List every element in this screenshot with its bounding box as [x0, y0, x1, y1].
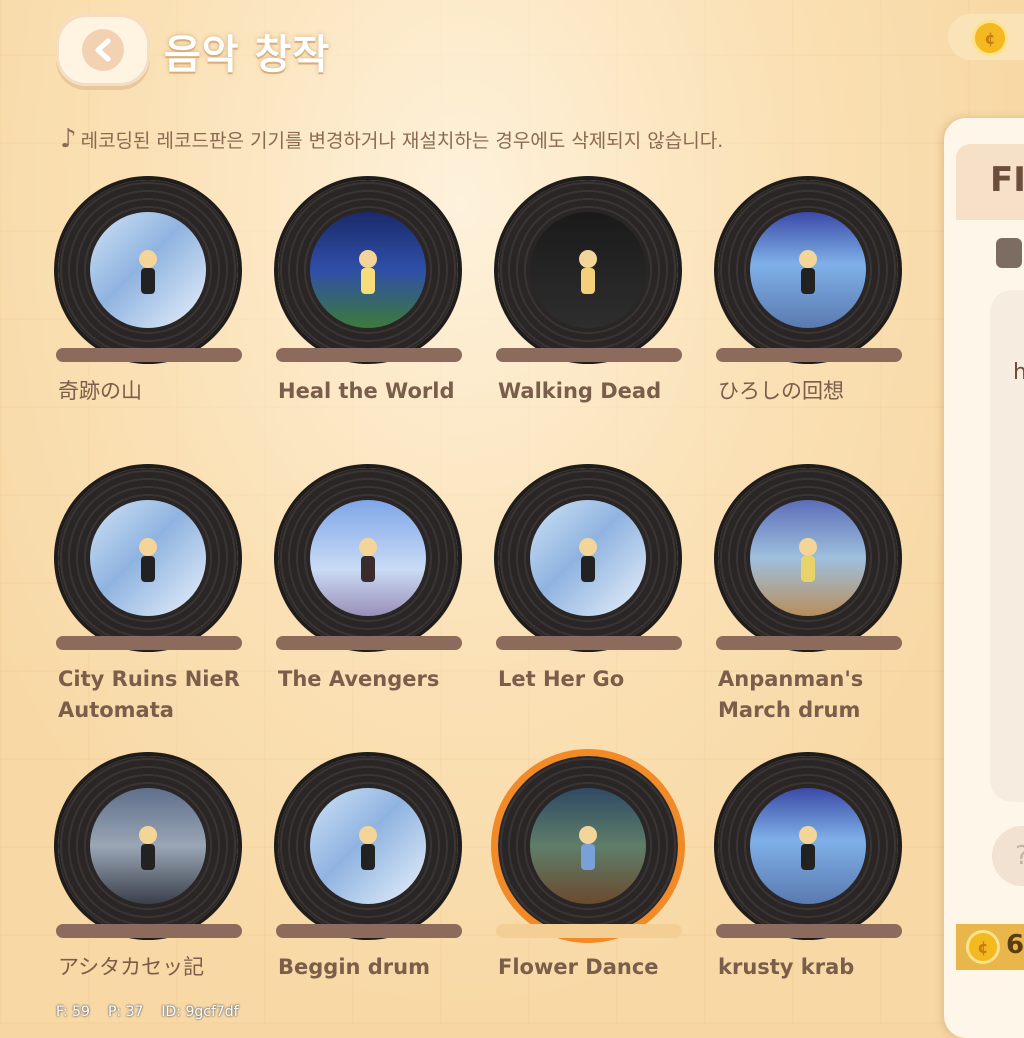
notice: ♪ 레코딩된 레코드판은 기기를 변경하거나 재설치하는 경우에도 삭제되지 않…: [60, 124, 723, 154]
back-button[interactable]: [56, 14, 150, 86]
record-cover-image: [90, 500, 206, 616]
record-cover-image: [530, 212, 646, 328]
record-title: City Ruins NieR Automata: [58, 667, 240, 722]
record-cover-image: [90, 212, 206, 328]
record-shelf: [496, 348, 682, 362]
vinyl-record[interactable]: [58, 468, 238, 648]
page-title: 음악 창작: [164, 32, 331, 78]
record-card[interactable]: Beggin drum: [276, 756, 462, 1016]
record-shelf: [276, 636, 462, 650]
avatar-figure: [795, 248, 821, 300]
record-cover-image: [750, 788, 866, 904]
record-shelf: [496, 636, 682, 650]
music-note-icon: ♪: [60, 124, 77, 154]
record-cover-image: [310, 500, 426, 616]
record-shelf: [56, 636, 242, 650]
record-card[interactable]: Anpanman's March drum: [716, 468, 902, 728]
record-card[interactable]: Walking Dead: [496, 180, 682, 440]
record-shelf: [496, 924, 682, 938]
debug-id: ID: 9gcf7df: [161, 1004, 239, 1020]
record-title: Flower Dance: [498, 955, 659, 979]
notice-text: 레코딩된 레코드판은 기기를 변경하거나 재설치하는 경우에도 삭제되지 않습니…: [80, 129, 724, 152]
debug-fps: F: 59: [56, 1004, 90, 1020]
record-cover-image: [90, 788, 206, 904]
vinyl-record[interactable]: [58, 180, 238, 360]
avatar-figure: [135, 248, 161, 300]
record-card[interactable]: ひろしの回想: [716, 180, 902, 440]
side-panel-title: FI: [990, 160, 1024, 200]
vinyl-record[interactable]: [498, 180, 678, 360]
coin-icon: ¢: [966, 930, 1000, 964]
record-cover-image: [530, 500, 646, 616]
debug-info: F: 59 P: 37 ID: 9gcf7df: [56, 1004, 239, 1020]
record-cover-image: [750, 212, 866, 328]
vinyl-record[interactable]: [718, 180, 898, 360]
record-shelf: [716, 348, 902, 362]
vinyl-record[interactable]: [278, 468, 458, 648]
avatar-figure: [135, 824, 161, 876]
coin-amount: 6: [1006, 930, 1024, 960]
record-cover-image: [750, 500, 866, 616]
side-panel-text: h: [1013, 360, 1024, 385]
record-title: アシタカセッ記: [58, 955, 205, 979]
avatar-figure: [355, 536, 381, 588]
record-card[interactable]: アシタカセッ記: [56, 756, 242, 1016]
record-card[interactable]: Flower Dance: [496, 756, 682, 1016]
avatar-figure: [575, 536, 601, 588]
vinyl-record[interactable]: [278, 756, 458, 936]
record-title: The Avengers: [278, 667, 440, 691]
vinyl-record[interactable]: [498, 756, 678, 936]
record-shelf: [716, 924, 902, 938]
avatar-figure: [355, 248, 381, 300]
record-card[interactable]: krusty krab: [716, 756, 902, 1016]
record-title: Heal the World: [278, 379, 455, 403]
record-shelf: [276, 924, 462, 938]
vinyl-record[interactable]: [718, 756, 898, 936]
avatar-figure: [575, 248, 601, 300]
record-shelf: [276, 348, 462, 362]
record-card[interactable]: 奇跡の山: [56, 180, 242, 440]
record-title: 奇跡の山: [58, 379, 142, 403]
record-cover-image: [310, 212, 426, 328]
record-title: Walking Dead: [498, 379, 662, 403]
avatar-figure: [795, 824, 821, 876]
record-card[interactable]: City Ruins NieR Automata: [56, 468, 242, 728]
avatar-figure: [795, 536, 821, 588]
record-title: Let Her Go: [498, 667, 625, 691]
record-shelf: [716, 636, 902, 650]
record-cover-image: [530, 788, 646, 904]
vinyl-record[interactable]: [58, 756, 238, 936]
debug-ping: P: 37: [107, 1004, 144, 1020]
avatar-figure: [575, 824, 601, 876]
avatar-figure: [355, 824, 381, 876]
currency-display[interactable]: ¢: [948, 14, 1024, 60]
coin-icon: ¢: [972, 20, 1008, 56]
vinyl-record[interactable]: [278, 180, 458, 360]
backpack-icon[interactable]: [996, 238, 1022, 268]
avatar-figure: [135, 536, 161, 588]
record-cover-image: [310, 788, 426, 904]
record-card[interactable]: Heal the World: [276, 180, 462, 440]
record-title: Beggin drum: [278, 955, 430, 979]
record-card[interactable]: Let Her Go: [496, 468, 682, 728]
record-shelf: [56, 924, 242, 938]
record-shelf: [56, 348, 242, 362]
record-title: Anpanman's March drum: [718, 667, 864, 722]
record-card[interactable]: The Avengers: [276, 468, 462, 728]
vinyl-record[interactable]: [498, 468, 678, 648]
record-title: krusty krab: [718, 955, 855, 979]
vinyl-record[interactable]: [718, 468, 898, 648]
chevron-left-icon: [82, 29, 124, 71]
record-title: ひろしの回想: [718, 379, 844, 403]
